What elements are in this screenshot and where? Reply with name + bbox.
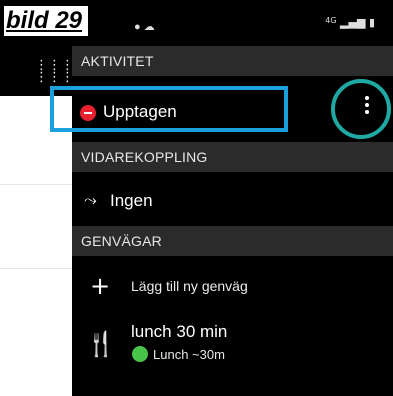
cutlery-icon: 🍴 [86, 330, 116, 358]
call-forward-icon: ⤳ [84, 190, 97, 209]
forwarding-row[interactable]: ⤳ Ingen [72, 182, 393, 222]
section-header-forwarding: VIDAREKOPPLING [72, 142, 393, 172]
forwarding-value: Ingen [110, 191, 153, 210]
shortcut-subtitle: Lunch ~30m [153, 347, 225, 362]
system-icons: 4G ▂▄▆ ▮ [325, 16, 375, 29]
shortcut-row[interactable]: 🍴 lunch 30 min Lunch ~30m [72, 318, 393, 370]
battery-icon: ▮ [368, 16, 375, 29]
annotation-highlight-box [50, 86, 288, 132]
divider [0, 184, 72, 185]
annotation-highlight-circle [331, 79, 391, 139]
add-shortcut-row[interactable]: + Lägg till ny genväg [72, 268, 393, 308]
network-type: 4G [325, 16, 337, 25]
add-shortcut-label: Lägg till ny genväg [131, 278, 248, 294]
dialpad-icon[interactable]: ⋮⋮⋮ ⋮⋮⋮ [35, 59, 74, 84]
divider [0, 268, 72, 269]
signal-icon: ▂▄▆ [340, 16, 366, 29]
section-header-shortcuts: GENVÄGAR [72, 226, 393, 256]
shortcut-title: lunch 30 min [131, 322, 228, 341]
plus-icon: + [90, 272, 111, 300]
figure-caption: bild 29 [4, 6, 89, 36]
available-status-icon [132, 346, 148, 362]
section-header-activity: AKTIVITET [72, 46, 393, 76]
notification-icons: ● ☁ [134, 21, 155, 33]
more-options-icon[interactable] [365, 96, 369, 117]
